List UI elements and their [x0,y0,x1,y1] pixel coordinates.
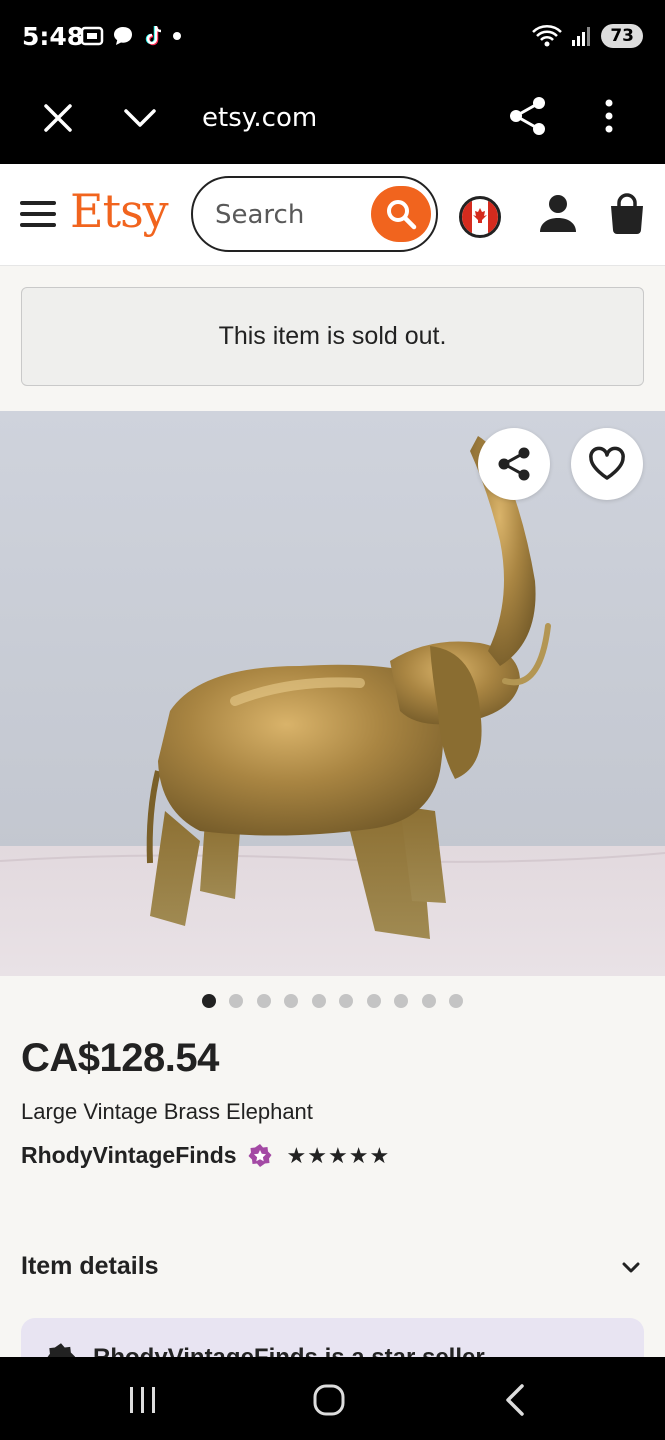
carousel-dot[interactable] [284,994,299,1008]
signal-icon [572,27,591,46]
item-details-toggle[interactable]: Item details [21,1252,643,1281]
listing-title: Large Vintage Brass Elephant [21,1099,313,1124]
star-seller-badge-icon [248,1143,272,1167]
account-icon[interactable] [538,192,578,236]
battery-icon: 73 [601,24,643,48]
more-menu-icon[interactable] [592,94,626,138]
carousel-dot[interactable] [256,994,271,1008]
search-bar[interactable] [191,176,438,252]
listing-price: CA$128.54 [21,1036,219,1080]
shop-row: RhodyVintageFinds ★★★★★ [21,1142,390,1169]
listing-image[interactable] [0,411,665,976]
wifi-icon [532,25,563,47]
heart-icon [589,446,625,480]
chat-icon [114,27,132,45]
rating-stars: ★★★★★ [286,1142,391,1168]
back-icon[interactable] [500,1383,530,1417]
status-bar: 5:48 73 [0,0,665,76]
elephant-photo [0,411,665,976]
close-icon[interactable] [38,98,78,138]
screenshot-icon [80,26,104,46]
cart-icon[interactable] [607,192,647,236]
favorite-button[interactable] [571,428,643,500]
item-details-label: Item details [21,1252,159,1280]
carousel-dot[interactable] [366,994,381,1008]
carousel-dot[interactable] [311,994,326,1008]
chevron-down-icon [622,1262,640,1272]
search-input[interactable] [215,198,365,232]
carousel-dot[interactable] [394,994,409,1008]
search-icon [387,200,417,230]
site-header: Etsy [0,164,665,266]
sold-out-notice: This item is sold out. [21,287,644,386]
canada-flag-icon[interactable] [459,196,501,238]
carousel-dot[interactable] [449,994,464,1008]
carousel-dot[interactable] [339,994,354,1008]
carousel-dot[interactable] [201,994,216,1008]
tiktok-icon [145,25,162,46]
share-image-button[interactable] [478,428,550,500]
notification-dot-icon [173,32,181,40]
status-time: 5:48 [22,22,85,51]
search-button[interactable] [371,186,431,242]
carousel-dot[interactable] [229,994,244,1008]
chevron-down-icon[interactable] [120,98,160,138]
home-icon[interactable] [312,1383,346,1417]
share-icon [498,447,530,481]
etsy-logo[interactable]: Etsy [70,184,169,238]
share-icon[interactable] [506,94,550,138]
menu-icon[interactable] [20,196,56,232]
carousel-indicator [0,994,665,1010]
system-nav-bar [0,1357,665,1440]
recent-apps-icon[interactable] [126,1385,160,1415]
carousel-dot[interactable] [421,994,436,1008]
browser-toolbar: etsy.com [0,76,665,164]
shop-name-link[interactable]: RhodyVintageFinds [21,1142,237,1169]
url-text[interactable]: etsy.com [202,98,317,138]
